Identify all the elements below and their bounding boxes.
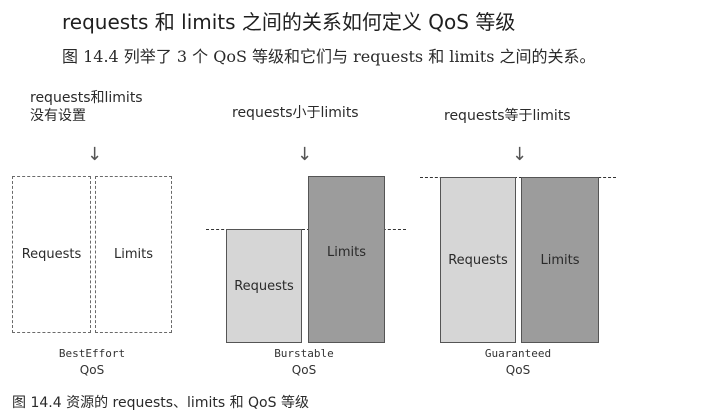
burstable-annotation: requests小于limits (232, 105, 359, 121)
besteffort-limits-label: Limits (114, 247, 153, 262)
burstable-limits-label: Limits (327, 245, 366, 260)
besteffort-requests-label: Requests (21, 247, 82, 262)
guaranteed-annotation: requests等于limits (444, 108, 571, 124)
guaranteed-arrow-icon: ↓ (512, 144, 528, 165)
guaranteed-requests-box: Requests (440, 177, 516, 343)
guaranteed-requests-label: Requests (448, 252, 508, 268)
burstable-qos-label: QoS (291, 363, 317, 377)
burstable-requests-label: Requests (234, 278, 294, 294)
besteffort-annotation-line2: 没有设置 (30, 108, 86, 124)
section-heading: requests 和 limits 之间的关系如何定义 QoS 等级 (62, 10, 516, 34)
besteffort-class-name: BestEffort (58, 347, 126, 360)
intro-paragraph: 图 14.4 列举了 3 个 QoS 等级和它们与 requests 和 lim… (62, 47, 596, 66)
besteffort-qos-label: QoS (79, 363, 105, 377)
burstable-requests-box: Requests (226, 229, 302, 343)
besteffort-limits-box: Limits (95, 176, 172, 333)
burstable-class-name: Burstable (274, 347, 334, 360)
figure-caption: 图 14.4 资源的 requests、limits 和 QoS 等级 (12, 395, 309, 411)
guaranteed-class-name: Guaranteed (484, 347, 552, 360)
guaranteed-limits-label: Limits (540, 252, 580, 268)
guaranteed-qos-label: QoS (505, 363, 531, 377)
besteffort-annotation: requests和limits 没有设置 (30, 89, 143, 125)
besteffort-annotation-line1: requests和limits (30, 90, 143, 106)
besteffort-caption: BestEffort QoS (32, 346, 152, 378)
burstable-limits-box: Limits (308, 176, 385, 343)
guaranteed-limits-box: Limits (521, 177, 599, 343)
besteffort-arrow-icon: ↓ (87, 144, 103, 165)
burstable-caption: Burstable QoS (244, 346, 364, 378)
besteffort-requests-box: Requests (12, 176, 91, 333)
guaranteed-caption: Guaranteed QoS (458, 346, 578, 378)
burstable-arrow-icon: ↓ (297, 144, 313, 165)
